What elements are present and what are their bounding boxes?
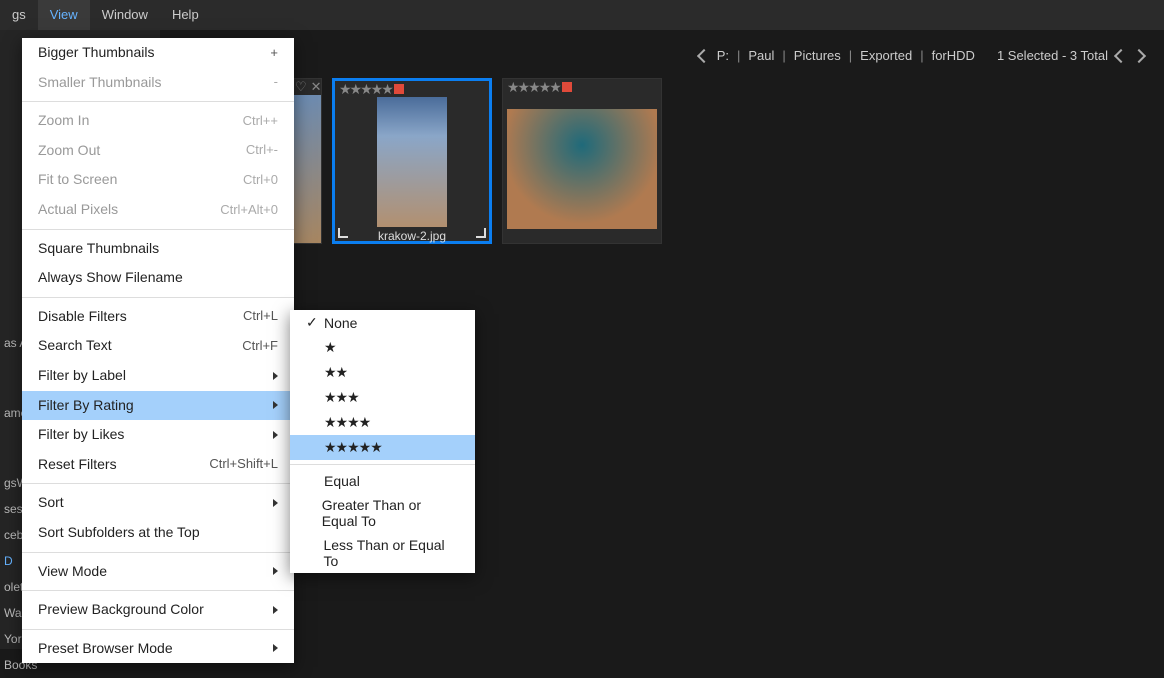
chevron-left-icon[interactable]	[697, 48, 711, 62]
menu-item-bigger-thumbnails[interactable]: Bigger Thumbnails+	[22, 38, 294, 68]
menu-separator	[22, 629, 294, 630]
thumbnail-selected[interactable]: ★★★★★ krakow-2.jpg	[332, 78, 492, 244]
menu-item-smaller-thumbnails: Smaller Thumbnails-	[22, 68, 294, 98]
menu-separator	[22, 229, 294, 230]
heart-icon: ♡	[295, 79, 307, 95]
breadcrumb-bar: P:| Paul| Pictures| Exported| forHDD 1 S…	[699, 48, 1144, 63]
submenu-arrow-icon	[273, 401, 278, 409]
color-label-icon	[562, 82, 572, 92]
view-menu-dropdown: Bigger Thumbnails+ Smaller Thumbnails- Z…	[22, 38, 294, 663]
thumbnail-grid: ♡ ✕ ★★★★★ krakow-2.jpg ★★★★★	[290, 78, 662, 244]
rating-option-5-star[interactable]: ★★★★★	[290, 435, 475, 460]
breadcrumb-segment[interactable]: Exported	[860, 48, 912, 63]
resize-handle-icon	[476, 228, 486, 238]
rating-option-4-star[interactable]: ★★★★	[290, 410, 475, 435]
menu-item-filter-by-rating[interactable]: Filter By Rating	[22, 391, 294, 421]
rating-option-none[interactable]: ✓None	[290, 310, 475, 335]
submenu-arrow-icon	[273, 567, 278, 575]
color-label-icon	[394, 84, 404, 94]
menu-item-actual-pixels: Actual PixelsCtrl+Alt+0	[22, 195, 294, 225]
menu-item-square-thumbnails[interactable]: Square Thumbnails	[22, 234, 294, 264]
menu-item-preview-background-color[interactable]: Preview Background Color	[22, 595, 294, 625]
menubar-item-window[interactable]: Window	[90, 0, 160, 30]
rating-option-2-star[interactable]: ★★	[290, 360, 475, 385]
menu-separator	[22, 552, 294, 553]
selection-status: 1 Selected - 3 Total	[997, 48, 1108, 63]
menu-item-reset-filters[interactable]: Reset FiltersCtrl+Shift+L	[22, 450, 294, 480]
submenu-arrow-icon	[273, 606, 278, 614]
menu-item-fit-to-screen: Fit to ScreenCtrl+0	[22, 165, 294, 195]
menu-separator	[290, 464, 475, 465]
star-rating-icon: ★★★★★	[507, 79, 560, 96]
menu-item-filter-by-label[interactable]: Filter by Label	[22, 361, 294, 391]
submenu-arrow-icon	[273, 431, 278, 439]
breadcrumb-segment[interactable]: Pictures	[794, 48, 841, 63]
menu-separator	[22, 590, 294, 591]
rating-option-less-equal[interactable]: Less Than or Equal To	[290, 533, 475, 573]
thumbnail[interactable]: ♡ ✕	[290, 78, 322, 244]
menu-separator	[22, 483, 294, 484]
menubar-item-help[interactable]: Help	[160, 0, 211, 30]
thumbnail-filename: krakow-2.jpg	[335, 227, 489, 247]
breadcrumb-segment[interactable]: forHDD	[932, 48, 975, 63]
menu-item-sort-subfolders-top[interactable]: Sort Subfolders at the Top	[22, 518, 294, 548]
menu-item-disable-filters[interactable]: Disable FiltersCtrl+L	[22, 302, 294, 332]
chevron-left-icon[interactable]	[1114, 48, 1128, 62]
menu-item-preset-browser-mode[interactable]: Preset Browser Mode	[22, 634, 294, 664]
rating-option-equal[interactable]: Equal	[290, 469, 475, 493]
menu-item-always-show-filename[interactable]: Always Show Filename	[22, 263, 294, 293]
menu-separator	[22, 101, 294, 102]
filter-by-rating-submenu: ✓None ★ ★★ ★★★ ★★★★ ★★★★★ Equal Greater …	[290, 310, 475, 573]
check-icon: ✓	[306, 314, 324, 331]
menubar-item-view[interactable]: View	[38, 0, 90, 30]
menu-item-zoom-out: Zoom OutCtrl+-	[22, 136, 294, 166]
chevron-right-icon[interactable]	[1132, 48, 1146, 62]
submenu-arrow-icon	[273, 499, 278, 507]
menu-item-sort[interactable]: Sort	[22, 488, 294, 518]
submenu-arrow-icon	[273, 372, 278, 380]
menu-item-search-text[interactable]: Search TextCtrl+F	[22, 331, 294, 361]
menu-item-zoom-in: Zoom InCtrl++	[22, 106, 294, 136]
rating-option-1-star[interactable]: ★	[290, 335, 475, 360]
breadcrumb-segment[interactable]: Paul	[748, 48, 774, 63]
breadcrumb-segment[interactable]: P:	[717, 48, 729, 63]
x-icon: ✕	[311, 79, 322, 95]
menu-item-filter-by-likes[interactable]: Filter by Likes	[22, 420, 294, 450]
resize-handle-icon	[338, 228, 348, 238]
rating-option-3-star[interactable]: ★★★	[290, 385, 475, 410]
menu-item-view-mode[interactable]: View Mode	[22, 557, 294, 587]
menu-separator	[22, 297, 294, 298]
thumbnail[interactable]: ★★★★★	[502, 78, 662, 244]
menubar: gs View Window Help	[0, 0, 1164, 30]
menubar-item[interactable]: gs	[0, 0, 38, 30]
submenu-arrow-icon	[273, 644, 278, 652]
star-rating-icon: ★★★★★	[339, 81, 392, 98]
rating-option-greater-equal[interactable]: Greater Than or Equal To	[290, 493, 475, 533]
